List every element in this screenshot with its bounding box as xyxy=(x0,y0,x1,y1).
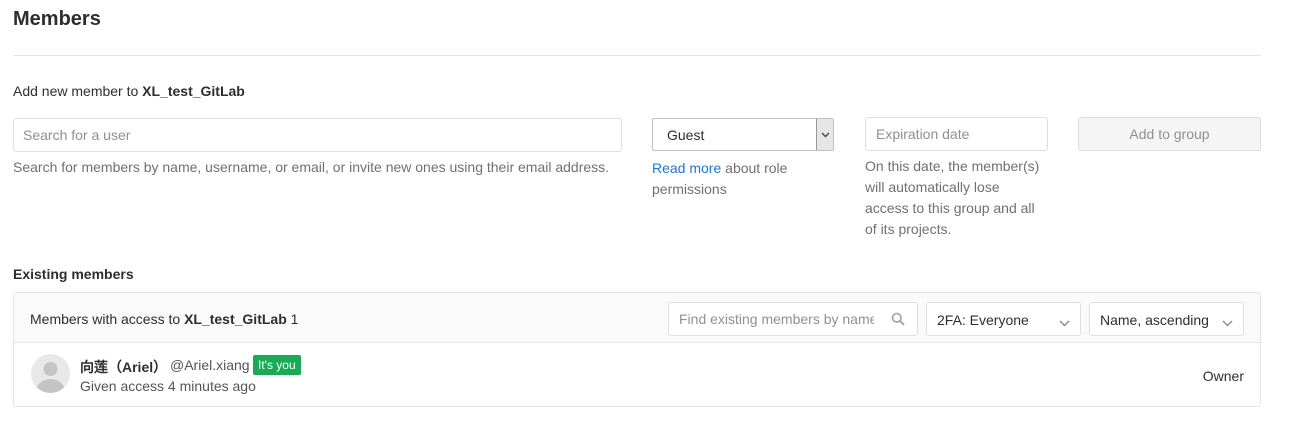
find-members-field[interactable] xyxy=(668,302,918,336)
add-member-prefix: Add new member to xyxy=(13,83,143,99)
sort-dropdown[interactable]: Name, ascending xyxy=(1089,302,1244,336)
members-panel-header: Members with access to XL_test_GitLab 1 … xyxy=(14,293,1260,343)
role-help: Read more about role permissions xyxy=(652,158,812,200)
title-divider xyxy=(13,55,1261,56)
role-select[interactable]: Guest xyxy=(652,118,834,151)
members-access-group: XL_test_GitLab xyxy=(184,311,287,327)
read-more-link[interactable]: Read more xyxy=(652,160,721,176)
existing-members-panel: Members with access to XL_test_GitLab 1 … xyxy=(13,292,1261,407)
expiration-help: On this date, the member(s) will automat… xyxy=(865,158,1040,237)
existing-members-title: Existing members xyxy=(13,266,134,282)
add-to-group-button[interactable]: Add to group xyxy=(1078,117,1261,151)
page-title: Members xyxy=(13,8,101,30)
member-access-time: Given access 4 minutes ago xyxy=(80,378,256,394)
user-search-input[interactable] xyxy=(13,118,622,152)
member-name[interactable]: 向莲（Ariel） xyxy=(80,357,167,377)
add-member-group-name: XL_test_GitLab xyxy=(142,83,245,99)
2fa-filter-dropdown[interactable]: 2FA: Everyone xyxy=(926,302,1081,336)
find-members-input[interactable] xyxy=(669,303,884,335)
its-you-badge: It's you xyxy=(253,355,301,375)
chevron-down-icon xyxy=(1059,314,1070,330)
user-search-help: Search for members by name, username, or… xyxy=(13,159,610,175)
chevron-down-icon xyxy=(1222,314,1233,330)
members-count: 1 xyxy=(290,311,299,327)
search-icon[interactable] xyxy=(891,312,905,329)
member-role: Owner xyxy=(1202,368,1244,384)
sort-value: Name, ascending xyxy=(1100,312,1209,328)
default-avatar-icon xyxy=(36,362,65,393)
add-member-title: Add new member to XL_test_GitLab xyxy=(13,83,245,99)
expiration-date-input[interactable] xyxy=(865,117,1048,151)
role-select-value: Guest xyxy=(667,127,705,143)
members-access-label: Members with access to XL_test_GitLab 1 xyxy=(30,311,298,327)
member-username: @Ariel.xiang xyxy=(170,357,250,373)
2fa-filter-value: 2FA: Everyone xyxy=(937,312,1029,328)
members-access-prefix: Members with access to xyxy=(30,311,185,327)
chevron-down-icon[interactable] xyxy=(816,119,833,150)
avatar[interactable] xyxy=(31,354,70,393)
